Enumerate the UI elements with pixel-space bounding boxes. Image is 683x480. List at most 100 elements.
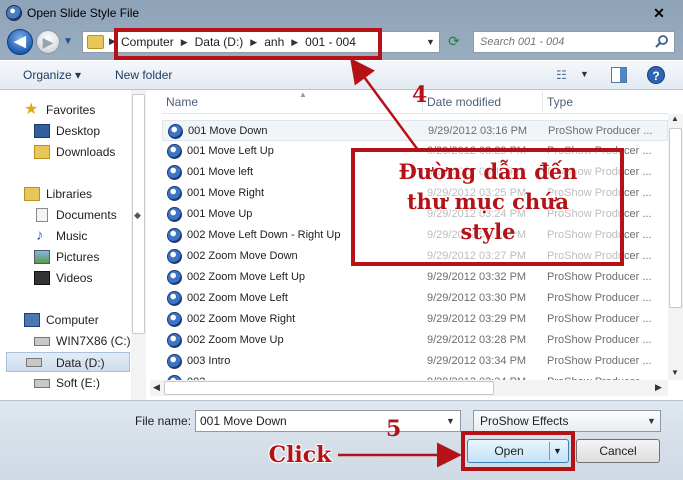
sidebar-item-music[interactable]: ♪ Music (0, 226, 132, 246)
sidebar-item-drive-c[interactable]: WIN7X86 (C:) (0, 331, 132, 351)
navigation-pane: ★ Favorites Desktop Downloads Libraries … (0, 90, 146, 400)
change-view-icon[interactable]: ☷ (556, 68, 567, 82)
file-date-cell: 9/29/2012 03:30 PM (427, 292, 527, 304)
file-row[interactable]: 001 Move Down 9/29/2012 03:16 PM ProShow P… (162, 120, 668, 141)
sidebar-item-downloads[interactable]: Downloads (0, 142, 132, 162)
address-bar-highlight-box (114, 28, 382, 60)
cancel-button[interactable]: Cancel (576, 439, 660, 463)
desktop-icon (34, 124, 50, 138)
file-name-cell: 001 Move left (187, 166, 254, 178)
file-row[interactable]: 002 Zoom Move Right 9/29/2012 03:29 PM Pro… (162, 309, 668, 330)
step-4-callout-text: Đường dẫn đến thư mục chứa style (356, 157, 620, 247)
file-type-select[interactable]: ProShow Effects ▼ (473, 410, 661, 432)
organize-menu-button[interactable]: Organize ▾ (23, 68, 81, 82)
preview-pane-icon[interactable] (611, 67, 627, 83)
proshow-style-file-icon (167, 354, 182, 369)
file-name-cell: 002 Zoom Move Left Up (187, 271, 306, 283)
file-name-cell: 001 Move Up (187, 208, 253, 220)
sidebar-item-label: Documents (56, 208, 117, 222)
file-row[interactable]: 002 Zoom Move Up 9/29/2012 03:28 PM ProSho… (162, 330, 668, 351)
back-button[interactable]: ◀ (7, 29, 33, 55)
recent-pages-chevron-down-icon[interactable]: ▼ (63, 36, 73, 47)
scroll-down-icon[interactable]: ▼ (671, 368, 679, 377)
file-date-cell: 9/29/2012 03:34 PM (427, 355, 527, 367)
sidebar-item-computer[interactable]: Computer (0, 310, 132, 330)
file-name-cell: 001 Move Left Up (187, 145, 274, 157)
sidebar-item-label: Music (56, 229, 88, 243)
view-options-chevron-down-icon[interactable]: ▼ (580, 69, 589, 79)
step-5-number: 5 (386, 416, 402, 442)
proshow-style-file-icon (167, 207, 182, 222)
sidebar-item-libraries[interactable]: Libraries (0, 184, 132, 204)
scroll-left-icon[interactable]: ◀ (153, 382, 160, 393)
callout-line-3: style (460, 219, 516, 244)
libraries-icon (24, 187, 40, 201)
file-date-cell: 9/29/2012 03:29 PM (427, 313, 527, 325)
sidebar-item-pictures[interactable]: Pictures (0, 247, 132, 267)
scroll-right-icon[interactable]: ▶ (655, 382, 662, 393)
proshow-style-file-icon (167, 165, 182, 180)
file-name-chevron-down-icon[interactable]: ▼ (446, 416, 455, 426)
click-label: Click (268, 442, 332, 468)
column-header-name[interactable]: Name (166, 95, 198, 109)
close-button[interactable]: ✕ (647, 4, 671, 22)
file-row[interactable]: 002 Zoom Move Left 9/29/2012 03:30 PM ProS… (162, 288, 668, 309)
sidebar-item-favorites[interactable]: ★ Favorites (0, 100, 132, 120)
file-name-combobox[interactable]: ▼ (195, 410, 461, 432)
sidebar-item-drive-d[interactable]: Data (D:) (6, 352, 130, 372)
sidebar-item-label: Downloads (56, 145, 116, 159)
help-icon[interactable]: ? (647, 66, 665, 84)
column-header-type[interactable]: Type (547, 95, 573, 109)
search-box[interactable] (473, 31, 675, 53)
proshow-style-file-icon (167, 333, 182, 348)
column-divider[interactable] (542, 92, 543, 112)
proshow-app-icon (6, 5, 22, 21)
scroll-up-icon[interactable]: ▲ (671, 114, 679, 123)
file-list-horizontal-scrollbar[interactable]: ◀ ▶ (150, 380, 668, 396)
sidebar-scrollbar[interactable]: ◆ (131, 90, 146, 400)
sidebar-item-label: Desktop (56, 124, 101, 138)
proshow-style-file-icon (167, 312, 182, 327)
search-icon[interactable] (654, 34, 670, 50)
sidebar-item-label: Data (D:) (56, 356, 105, 370)
refresh-icon[interactable]: ⟳ (444, 33, 464, 53)
file-row[interactable]: 002 Zoom Move Left Up 9/29/2012 03:32 PM P… (162, 267, 668, 288)
address-history-chevron-down-icon[interactable]: ▼ (426, 37, 435, 47)
videos-icon (34, 271, 50, 285)
file-row[interactable]: 003 Intro 9/29/2012 03:34 PM ProShow Produ… (162, 351, 668, 372)
sidebar-item-videos[interactable]: Videos (0, 268, 132, 288)
callout-line-1: Đường dẫn đến (398, 159, 578, 184)
callout-line-2: thư mục chứa (406, 189, 570, 214)
command-toolbar: Organize ▾ New folder ☷ ▼ ? (0, 60, 683, 90)
file-name-cell: 002 Move Left Down - Right Up (187, 229, 341, 241)
file-name-cell: 002 Zoom Move Right (187, 313, 296, 325)
column-header-date[interactable]: Date modified (427, 95, 501, 109)
star-icon: ★ (24, 101, 39, 118)
title-bar: Open Slide Style File ✕ (0, 0, 683, 28)
file-type-chevron-down-icon[interactable]: ▼ (647, 411, 656, 431)
file-name-cell: 001 Move Right (187, 187, 265, 199)
vertical-scrollbar-thumb[interactable] (669, 128, 682, 308)
file-list-vertical-scrollbar[interactable]: ▲ ▼ (668, 114, 683, 380)
file-name-label: File name: (135, 414, 192, 428)
file-name-field[interactable] (200, 413, 440, 429)
sidebar-item-label: Libraries (46, 187, 93, 201)
drive-icon (34, 379, 50, 388)
sidebar-item-label: Favorites (46, 103, 96, 117)
sidebar-item-drive-e[interactable]: Soft (E:) (0, 373, 132, 393)
scroll-grip-icon: ◆ (134, 210, 141, 220)
music-icon: ♪ (36, 227, 44, 244)
proshow-style-file-icon (167, 291, 182, 306)
horizontal-scrollbar-thumb[interactable] (164, 381, 494, 395)
sidebar-item-documents[interactable]: Documents (0, 205, 132, 225)
sort-ascending-icon: ▲ (299, 90, 307, 99)
new-folder-button[interactable]: New folder (115, 68, 172, 82)
file-name-cell: 002 Zoom Move Left (187, 292, 288, 304)
search-input[interactable] (480, 34, 650, 50)
step-4-number: 4 (412, 82, 428, 108)
forward-button[interactable]: ▶ (36, 30, 60, 54)
file-type-cell: ProShow Producer ... (548, 125, 653, 137)
drive-icon (34, 337, 50, 346)
proshow-style-file-icon (167, 186, 182, 201)
sidebar-item-desktop[interactable]: Desktop (0, 121, 132, 141)
